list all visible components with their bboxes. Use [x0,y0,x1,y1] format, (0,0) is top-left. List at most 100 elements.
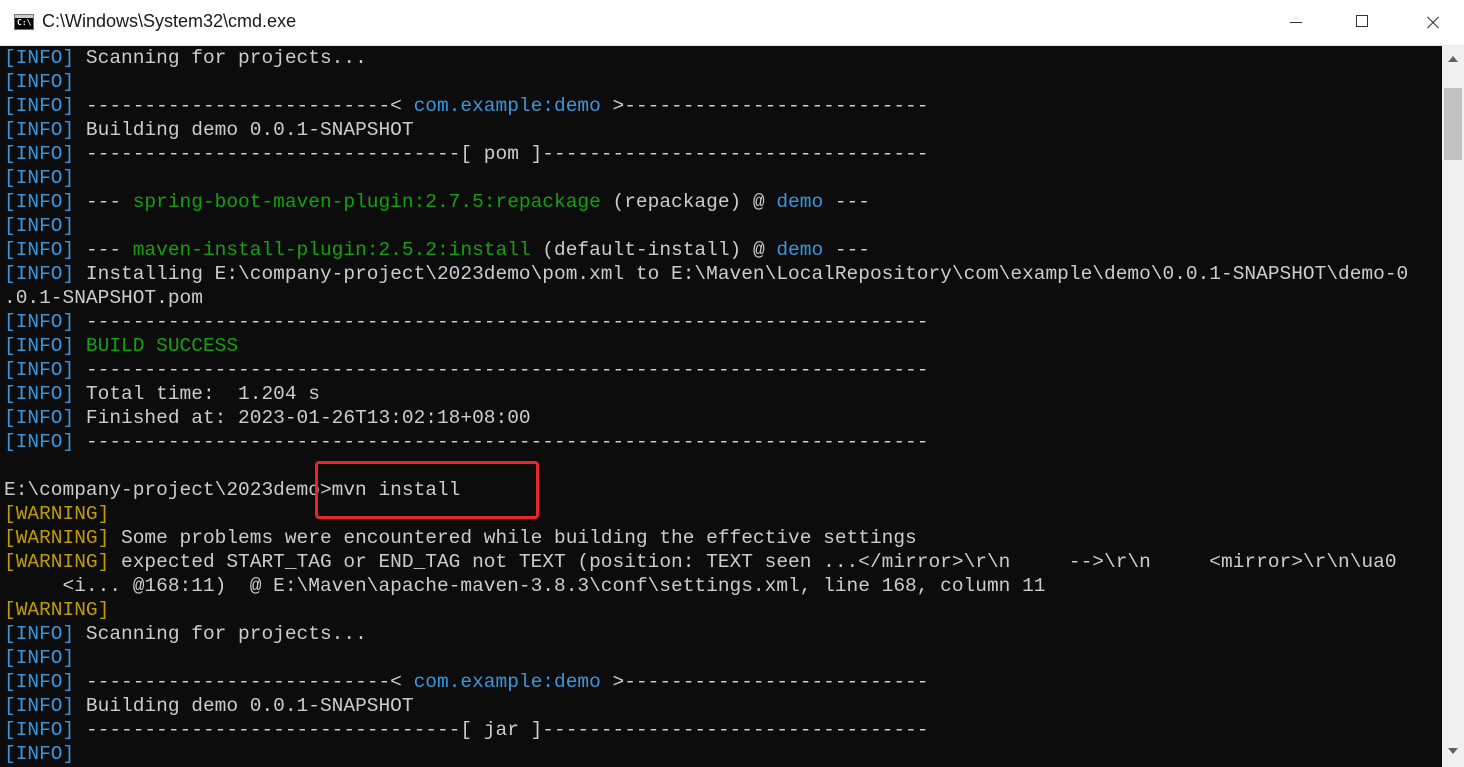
console-text: com.example:demo [413,95,601,117]
console-line: [INFO] [4,214,1440,238]
console-text: --------------------------------[ jar ]-… [74,719,929,741]
console-text: (repackage) @ [600,191,777,213]
console-line: [WARNING] Some problems were encountered… [4,526,1440,550]
console-text: --- [74,191,133,213]
console-text: Total time: 1.204 s [74,383,320,405]
console-line: [INFO] Building demo 0.0.1-SNAPSHOT [4,118,1440,142]
console-line: <i... @168:11) @ E:\Maven\apache-maven-3… [4,574,1440,598]
console-text: demo [776,191,824,213]
console-text: BUILD SUCCESS [85,335,239,357]
info-tag: [INFO] [4,311,75,333]
console-line: [INFO] --------------------------------[… [4,142,1440,166]
cmd-icon-label: C:\ [17,18,32,27]
console-line: [INFO] ---------------------------------… [4,310,1440,334]
console-line: [INFO] --- maven-install-plugin:2.5.2:in… [4,238,1440,262]
console-line: E:\company-project\2023demo>mvn install [4,478,1440,502]
console-text: Scanning for projects... [74,623,367,645]
console-text: Finished at: 2023-01-26T13:02:18+08:00 [74,407,531,429]
scroll-down-arrow-icon[interactable] [1448,748,1458,754]
console-text: ----------------------------------------… [74,359,929,381]
console-line: [INFO] --- spring-boot-maven-plugin:2.7.… [4,190,1440,214]
warning-tag: [WARNING] [4,599,110,621]
console-line: .0.1-SNAPSHOT.pom [4,286,1440,310]
console-text: --------------------------------[ pom ]-… [74,143,929,165]
cmd-icon: C:\ [14,14,34,30]
console-line: [INFO] --------------------------< com.e… [4,94,1440,118]
console-text: demo [776,239,824,261]
console-line: [INFO] Scanning for projects... [4,622,1440,646]
console-text: maven-install-plugin:2.5.2:install [132,239,531,261]
console-line: [INFO] --------------------------------[… [4,718,1440,742]
info-tag: [INFO] [4,263,75,285]
console-line: [INFO] Total time: 1.204 s [4,382,1440,406]
console-text: spring-boot-maven-plugin:2.7.5:repackage [132,191,601,213]
info-tag: [INFO] [4,695,75,717]
console-text: com.example:demo [413,671,601,693]
console-line: [INFO] BUILD SUCCESS [4,334,1440,358]
console-text: Scanning for projects... [74,47,367,69]
title-bar[interactable]: C:\ C:\Windows\System32\cmd.exe [0,0,1464,46]
console-line: [INFO] [4,646,1440,670]
info-tag: [INFO] [4,119,75,141]
console-text: Building demo 0.0.1-SNAPSHOT [74,695,414,717]
info-tag: [INFO] [4,239,75,261]
console-text: --------------------------< [74,95,414,117]
console-text: .0.1-SNAPSHOT.pom [4,287,203,309]
console-text: --- [823,191,870,213]
info-tag: [INFO] [4,647,75,669]
console-text: --- [74,239,133,261]
console-line: [INFO] Installing E:\company-project\202… [4,262,1440,286]
command-highlight-box [315,461,539,519]
console-line: [WARNING] expected START_TAG or END_TAG … [4,550,1440,574]
console-text: --------------------------< [74,671,414,693]
console-line: [INFO] --------------------------< com.e… [4,670,1440,694]
console-text: Building demo 0.0.1-SNAPSHOT [74,119,414,141]
console-output[interactable]: [INFO] Scanning for projects... [INFO] [IN… [4,46,1440,767]
console-line: [WARNING] [4,502,1440,526]
console-text: Some problems were encountered while bui… [109,527,917,549]
info-tag: [INFO] [4,623,75,645]
console-text: --- [823,239,870,261]
info-tag: [INFO] [4,335,75,357]
console-text: ----------------------------------------… [74,311,929,333]
scroll-up-arrow-icon[interactable] [1448,56,1458,62]
info-tag: [INFO] [4,215,75,237]
scrollbar-thumb[interactable] [1444,88,1462,160]
console-text: expected START_TAG or END_TAG not TEXT (… [109,551,1397,573]
console-text: ----------------------------------------… [74,431,929,453]
minimize-button[interactable] [1272,0,1318,45]
console-text: >-------------------------- [600,95,929,117]
console-line: [WARNING] [4,598,1440,622]
info-tag: [INFO] [4,407,75,429]
window-title: C:\Windows\System32\cmd.exe [42,11,297,31]
warning-tag: [WARNING] [4,503,110,525]
console-line: [INFO] [4,166,1440,190]
console-line: [INFO] [4,70,1440,94]
console-line: [INFO] Finished at: 2023-01-26T13:02:18+… [4,406,1440,430]
info-tag: [INFO] [4,719,75,741]
console-line: [INFO] Building demo 0.0.1-SNAPSHOT [4,694,1440,718]
info-tag: [INFO] [4,383,75,405]
warning-tag: [WARNING] [4,527,110,549]
maximize-button[interactable] [1340,0,1386,45]
close-button[interactable] [1410,0,1456,45]
info-tag: [INFO] [4,431,75,453]
info-tag: [INFO] [4,671,75,693]
info-tag: [INFO] [4,71,75,93]
console-line: [INFO] [4,742,1440,766]
vertical-scrollbar[interactable] [1442,46,1464,767]
info-tag: [INFO] [4,359,75,381]
info-tag: [INFO] [4,167,75,189]
console-text: (default-install) @ [530,239,777,261]
info-tag: [INFO] [4,47,75,69]
warning-tag: [WARNING] [4,551,110,573]
console-text: <i... @168:11) @ E:\Maven\apache-maven-3… [4,575,1046,597]
console-line: [INFO] ---------------------------------… [4,358,1440,382]
console-text: Installing E:\company-project\2023demo\p… [74,263,1409,285]
console-text: >-------------------------- [600,671,929,693]
cmd-window: C:\ C:\Windows\System32\cmd.exe [INFO] S… [0,0,1464,767]
console-line: [INFO] ---------------------------------… [4,430,1440,454]
info-tag: [INFO] [4,743,75,765]
